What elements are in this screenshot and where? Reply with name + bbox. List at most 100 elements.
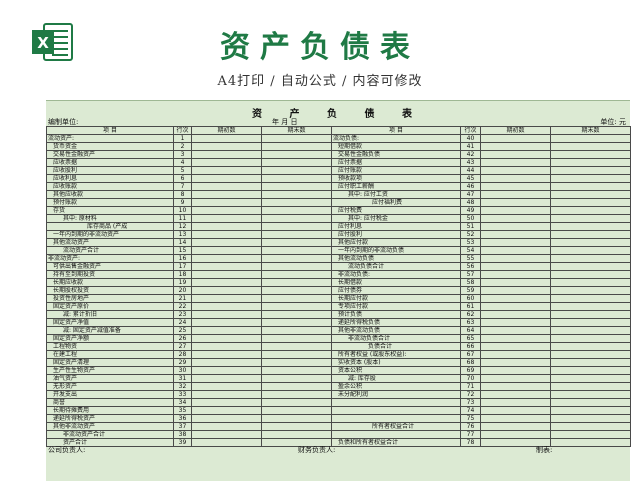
liability-closing-cell[interactable] [550, 430, 631, 439]
liability-opening-cell[interactable] [480, 182, 551, 191]
liability-opening-cell[interactable] [480, 374, 551, 383]
liability-opening-cell[interactable] [480, 398, 551, 407]
asset-opening-cell[interactable] [191, 190, 262, 199]
asset-closing-cell[interactable] [261, 158, 332, 167]
asset-closing-cell[interactable] [261, 294, 332, 303]
liability-opening-cell[interactable] [480, 158, 551, 167]
asset-closing-cell[interactable] [261, 422, 332, 431]
liability-opening-cell[interactable] [480, 390, 551, 399]
asset-opening-cell[interactable] [191, 398, 262, 407]
liability-closing-cell[interactable] [550, 238, 631, 247]
liability-closing-cell[interactable] [550, 406, 631, 415]
asset-opening-cell[interactable] [191, 214, 262, 223]
asset-closing-cell[interactable] [261, 270, 332, 279]
asset-opening-cell[interactable] [191, 238, 262, 247]
asset-closing-cell[interactable] [261, 198, 332, 207]
liability-opening-cell[interactable] [480, 142, 551, 151]
liability-closing-cell[interactable] [550, 230, 631, 239]
liability-closing-cell[interactable] [550, 302, 631, 311]
asset-closing-cell[interactable] [261, 150, 332, 159]
liability-closing-cell[interactable] [550, 166, 631, 175]
liability-closing-cell[interactable] [550, 294, 631, 303]
liability-opening-cell[interactable] [480, 334, 551, 343]
asset-closing-cell[interactable] [261, 358, 332, 367]
liability-opening-cell[interactable] [480, 262, 551, 271]
asset-closing-cell[interactable] [261, 342, 332, 351]
liability-opening-cell[interactable] [480, 254, 551, 263]
liability-opening-cell[interactable] [480, 414, 551, 423]
liability-closing-cell[interactable] [550, 414, 631, 423]
liability-opening-cell[interactable] [480, 422, 551, 431]
liability-opening-cell[interactable] [480, 270, 551, 279]
asset-closing-cell[interactable] [261, 230, 332, 239]
liability-closing-cell[interactable] [550, 190, 631, 199]
liability-opening-cell[interactable] [480, 238, 551, 247]
liability-closing-cell[interactable] [550, 270, 631, 279]
liability-opening-cell[interactable] [480, 214, 551, 223]
asset-opening-cell[interactable] [191, 422, 262, 431]
asset-opening-cell[interactable] [191, 270, 262, 279]
asset-opening-cell[interactable] [191, 366, 262, 375]
liability-closing-cell[interactable] [550, 262, 631, 271]
liability-closing-cell[interactable] [550, 182, 631, 191]
liability-closing-cell[interactable] [550, 318, 631, 327]
liability-closing-cell[interactable] [550, 134, 631, 143]
asset-opening-cell[interactable] [191, 334, 262, 343]
asset-opening-cell[interactable] [191, 302, 262, 311]
asset-closing-cell[interactable] [261, 366, 332, 375]
liability-closing-cell[interactable] [550, 142, 631, 151]
asset-opening-cell[interactable] [191, 350, 262, 359]
asset-opening-cell[interactable] [191, 158, 262, 167]
liability-opening-cell[interactable] [480, 134, 551, 143]
liability-opening-cell[interactable] [480, 278, 551, 287]
asset-opening-cell[interactable] [191, 246, 262, 255]
liability-opening-cell[interactable] [480, 406, 551, 415]
liability-closing-cell[interactable] [550, 158, 631, 167]
liability-opening-cell[interactable] [480, 430, 551, 439]
asset-opening-cell[interactable] [191, 182, 262, 191]
liability-closing-cell[interactable] [550, 198, 631, 207]
asset-opening-cell[interactable] [191, 382, 262, 391]
liability-opening-cell[interactable] [480, 326, 551, 335]
liability-opening-cell[interactable] [480, 294, 551, 303]
asset-closing-cell[interactable] [261, 302, 332, 311]
liability-closing-cell[interactable] [550, 214, 631, 223]
asset-closing-cell[interactable] [261, 326, 332, 335]
asset-closing-cell[interactable] [261, 406, 332, 415]
asset-closing-cell[interactable] [261, 254, 332, 263]
asset-opening-cell[interactable] [191, 286, 262, 295]
asset-opening-cell[interactable] [191, 310, 262, 319]
asset-opening-cell[interactable] [191, 198, 262, 207]
liability-closing-cell[interactable] [550, 366, 631, 375]
liability-closing-cell[interactable] [550, 398, 631, 407]
liability-opening-cell[interactable] [480, 190, 551, 199]
asset-closing-cell[interactable] [261, 430, 332, 439]
liability-closing-cell[interactable] [550, 246, 631, 255]
liability-opening-cell[interactable] [480, 198, 551, 207]
asset-closing-cell[interactable] [261, 374, 332, 383]
liability-opening-cell[interactable] [480, 310, 551, 319]
asset-closing-cell[interactable] [261, 278, 332, 287]
asset-closing-cell[interactable] [261, 190, 332, 199]
asset-closing-cell[interactable] [261, 414, 332, 423]
asset-closing-cell[interactable] [261, 390, 332, 399]
liability-opening-cell[interactable] [480, 302, 551, 311]
asset-opening-cell[interactable] [191, 230, 262, 239]
liability-closing-cell[interactable] [550, 278, 631, 287]
asset-opening-cell[interactable] [191, 142, 262, 151]
asset-opening-cell[interactable] [191, 342, 262, 351]
liability-opening-cell[interactable] [480, 222, 551, 231]
liability-opening-cell[interactable] [480, 318, 551, 327]
asset-closing-cell[interactable] [261, 174, 332, 183]
asset-opening-cell[interactable] [191, 358, 262, 367]
asset-opening-cell[interactable] [191, 174, 262, 183]
asset-closing-cell[interactable] [261, 318, 332, 327]
liability-closing-cell[interactable] [550, 174, 631, 183]
liability-closing-cell[interactable] [550, 342, 631, 351]
asset-opening-cell[interactable] [191, 262, 262, 271]
asset-closing-cell[interactable] [261, 238, 332, 247]
asset-closing-cell[interactable] [261, 350, 332, 359]
asset-opening-cell[interactable] [191, 150, 262, 159]
liability-closing-cell[interactable] [550, 254, 631, 263]
liability-closing-cell[interactable] [550, 350, 631, 359]
